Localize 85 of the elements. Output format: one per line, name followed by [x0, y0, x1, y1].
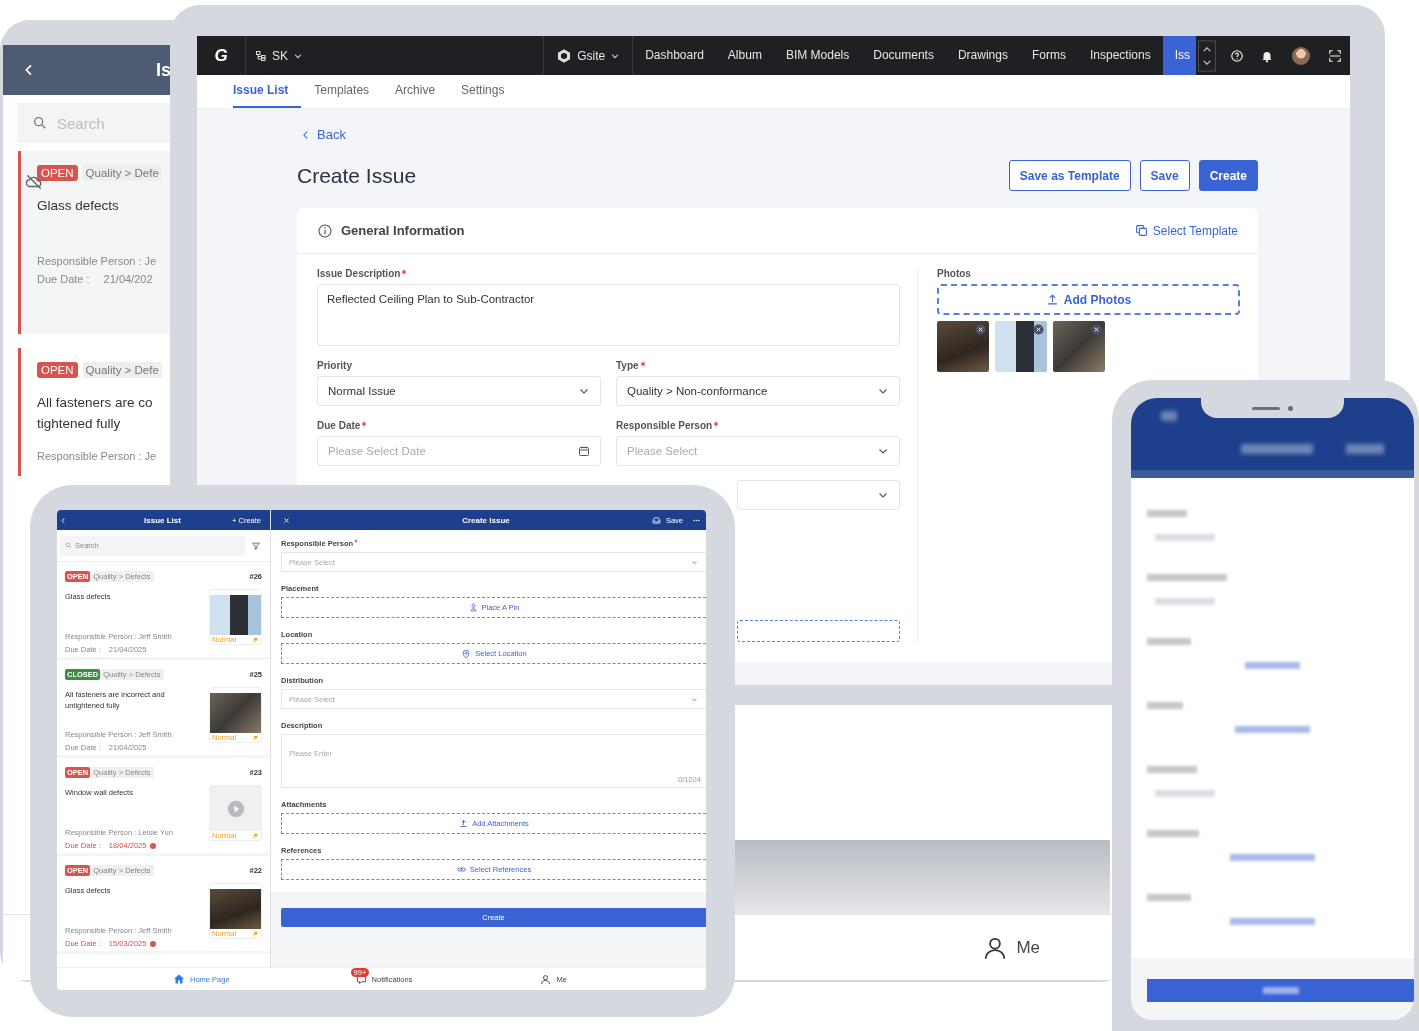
tab-item[interactable]: Me	[982, 915, 1040, 980]
field-label: Type	[616, 360, 639, 371]
photo-placeholder	[937, 321, 989, 372]
category-tag: Quality > Defe	[82, 165, 162, 181]
flag-icon	[253, 636, 259, 643]
scan-icon[interactable]	[1328, 48, 1342, 63]
tab[interactable]: Templates	[314, 75, 383, 108]
nav-item[interactable]: Album	[715, 36, 774, 75]
tab[interactable]: Issue List	[233, 75, 302, 108]
select-template-link[interactable]: Select Template	[1134, 223, 1238, 238]
filter-icon[interactable]	[251, 540, 261, 551]
overdue-dot	[150, 842, 157, 849]
photo-placeholder	[210, 595, 261, 635]
info-icon	[317, 222, 333, 239]
add-photos-button[interactable]: Add Photos	[937, 284, 1240, 315]
close-icon[interactable]	[283, 516, 290, 524]
screen-title: Create Issue	[461, 515, 511, 525]
issue-title: All fasteners are co tightened fully	[37, 394, 154, 433]
close-icon[interactable]	[1091, 324, 1102, 335]
search-icon	[65, 542, 72, 549]
section-title: General Information	[341, 223, 465, 238]
photo-placeholder	[995, 321, 1047, 372]
up-down-arrows-icon[interactable]	[1198, 38, 1216, 73]
select-field[interactable]: Normal Issue	[317, 376, 601, 406]
copy-icon	[1134, 224, 1148, 237]
location-pin-icon	[461, 648, 472, 659]
nav-item[interactable]: BIM Models	[773, 36, 862, 75]
overdue-dot	[150, 940, 157, 947]
back-icon[interactable]	[60, 516, 67, 524]
search-field[interactable]: Search	[17, 103, 170, 143]
person-pin-icon	[468, 603, 478, 612]
issue-card[interactable]: OPEN Quality > Defe Glass defects Responsible Person : Je Due Date : 21/04/202	[18, 151, 170, 334]
screen-title: Is	[156, 59, 171, 81]
screen-title: Issue List	[143, 515, 182, 525]
nav-item[interactable]: Documents	[861, 36, 946, 75]
page-title: Create Issue	[297, 163, 417, 188]
field-label: Photos	[937, 268, 971, 279]
tab[interactable]: Archive	[395, 75, 449, 108]
flag-icon	[253, 734, 259, 741]
select-field[interactable]: Quality > Non-conformance	[616, 376, 900, 406]
flag-icon	[253, 832, 259, 839]
secondary-button[interactable]: Save	[1139, 160, 1190, 191]
nav-item[interactable]: Forms	[1019, 36, 1078, 75]
tab[interactable]: Settings	[461, 75, 518, 108]
hierarchy-icon	[255, 49, 267, 62]
nav-item[interactable]: Iss	[1162, 36, 1196, 75]
app-logo[interactable]: G	[214, 45, 228, 66]
hexagon-logo-icon	[556, 47, 573, 64]
nav-item[interactable]: Dashboard	[633, 36, 716, 75]
flag-icon	[253, 930, 259, 937]
back-link[interactable]: Back	[301, 127, 1258, 142]
responsible-person: Responsible Person : Je	[37, 255, 158, 267]
secondary-button[interactable]: Save as Template	[1008, 160, 1131, 191]
close-icon[interactable]	[1033, 324, 1044, 335]
photo-placeholder	[210, 889, 261, 929]
photo-placeholder	[210, 693, 261, 733]
description-field[interactable]: Reflected Ceiling Plan to Sub-Contractor	[317, 284, 900, 346]
field-label: Priority	[317, 360, 352, 371]
link-icon	[456, 865, 466, 874]
due-date-label: Due Date :	[37, 273, 90, 285]
issue-title: Glass defects	[37, 197, 120, 215]
calendar-icon	[578, 445, 590, 457]
responsible-person: Responsible Person : Je	[37, 450, 158, 462]
field-label: Issue Description	[317, 268, 401, 279]
field-label: Due Date	[317, 420, 361, 431]
inbox-icon	[651, 515, 661, 525]
home-icon	[173, 973, 185, 985]
close-icon[interactable]	[975, 324, 986, 335]
search-icon	[32, 115, 48, 131]
photo-placeholder	[1053, 321, 1105, 372]
category-tag: Quality > Defe	[82, 362, 162, 378]
field-label: Responsible Person	[616, 420, 713, 431]
upload-icon	[459, 819, 469, 828]
help-icon[interactable]	[1230, 48, 1244, 63]
avatar[interactable]	[1292, 46, 1310, 65]
nav-item[interactable]: Inspections	[1077, 36, 1163, 75]
status-tag: OPEN	[37, 165, 78, 181]
select-field[interactable]	[737, 480, 900, 510]
due-date: 21/04/202	[103, 273, 153, 285]
nav-item[interactable]: Drawings	[945, 36, 1020, 75]
create-button[interactable]: Create	[1198, 160, 1258, 191]
person-icon	[540, 973, 552, 985]
status-tag: OPEN	[37, 362, 78, 378]
upload-icon	[1045, 293, 1059, 306]
dashed-upload-area[interactable]	[737, 620, 900, 642]
